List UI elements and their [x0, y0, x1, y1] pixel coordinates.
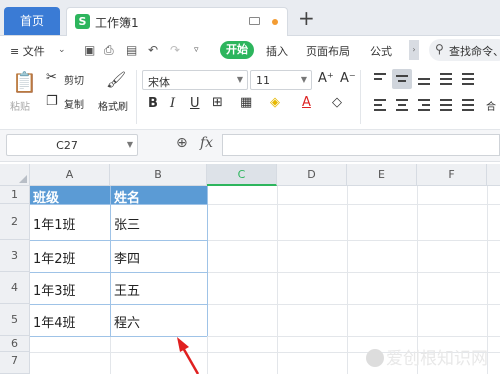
arrow-head	[177, 337, 189, 352]
tab-home[interactable]: 首页	[4, 7, 60, 35]
tab-bar: 首页 S 工作簿1 +	[0, 0, 500, 36]
file-menu[interactable]: ≡ 文件	[10, 43, 45, 59]
divider	[360, 70, 361, 124]
save-icon[interactable]: ▣	[84, 43, 95, 57]
paste-icon[interactable]: 📋	[12, 70, 37, 94]
tab-start[interactable]: 开始	[220, 41, 254, 59]
font-family-select[interactable]: 宋体 ▼	[142, 70, 248, 90]
zoom-icon[interactable]: ⊕	[176, 135, 188, 151]
merge-label[interactable]: 合	[486, 98, 496, 113]
scissors-icon[interactable]: ✂	[46, 70, 57, 85]
font-family-value: 宋体	[148, 76, 170, 89]
monitor-icon[interactable]	[249, 17, 260, 25]
format-painter-icon[interactable]: 🖌	[106, 70, 126, 89]
tab-page-layout[interactable]: 页面布局	[306, 43, 350, 59]
annotation-arrow-icon	[177, 337, 200, 374]
distribute-button[interactable]	[458, 95, 478, 115]
spreadsheet-grid[interactable]: A B C D E F 1 2 3 4 5 6 7 班级 姓名 1年1班 张三 …	[0, 162, 500, 374]
cut-label[interactable]: 剪切	[64, 72, 84, 87]
font-size-value: 11	[256, 74, 270, 87]
name-box[interactable]: C27 ▼	[6, 134, 138, 156]
shrink-font-button[interactable]: A⁻	[340, 71, 356, 86]
clear-format-icon[interactable]: ◇	[332, 95, 342, 110]
grow-font-button[interactable]: A⁺	[318, 71, 334, 86]
tab-insert[interactable]: 插入	[266, 43, 288, 59]
search-label: 查找命令、	[449, 45, 500, 58]
italic-button[interactable]: I	[170, 96, 175, 111]
tab-formula[interactable]: 公式	[370, 43, 392, 59]
formula-bar: C27 ▼ ⊕ fx	[0, 130, 500, 162]
align-left-button[interactable]	[370, 95, 390, 115]
indent-button[interactable]	[458, 69, 478, 89]
document-title: 工作簿1	[95, 16, 139, 30]
undo-icon[interactable]: ↶	[148, 43, 158, 57]
align-top-button[interactable]	[370, 69, 390, 89]
print-icon[interactable]: ⎙	[104, 43, 114, 58]
wrap-text-button[interactable]	[436, 69, 456, 89]
unsaved-dot-icon	[272, 19, 278, 25]
arrow-shaft	[180, 345, 200, 374]
new-tab-button[interactable]: +	[298, 6, 315, 30]
redo-icon[interactable]: ↷	[170, 43, 180, 57]
bold-button[interactable]: B	[148, 96, 158, 111]
print-preview-icon[interactable]: ▤	[126, 43, 137, 57]
copy-icon[interactable]: ❐	[46, 94, 58, 109]
paste-label: 粘贴	[10, 102, 30, 113]
command-search[interactable]: ⚲ 查找命令、	[429, 39, 500, 61]
chevron-down-icon: ▼	[126, 140, 133, 149]
ribbon-scroll-right-icon[interactable]: ›	[409, 40, 419, 60]
align-bottom-button[interactable]	[414, 69, 434, 89]
format-painter-label[interactable]: 格式刷	[98, 98, 128, 113]
fx-icon[interactable]: fx	[200, 135, 213, 151]
watermark-logo-icon	[366, 349, 384, 367]
align-center-button[interactable]	[392, 95, 412, 115]
chevron-down-icon[interactable]: ⌄	[58, 45, 66, 55]
divider	[136, 70, 137, 124]
copy-label[interactable]: 复制	[64, 96, 84, 111]
fill-color-icon[interactable]: ◈	[270, 95, 280, 110]
menu-bar: ≡ 文件 ⌄ ▣ ⎙ ▤ ↶ ↷ ▿ 开始 插入 页面布局 公式 › ⚲ 查找命…	[0, 36, 500, 64]
underline-button[interactable]: U	[190, 96, 200, 111]
chevron-down-icon: ▼	[300, 75, 307, 84]
tab-document[interactable]: S 工作簿1	[66, 7, 288, 36]
name-box-value: C27	[56, 139, 78, 152]
border-icon[interactable]: ⊞	[212, 95, 223, 110]
cell-fill-style-icon[interactable]: ▦	[240, 95, 252, 110]
chevron-down-icon: ▼	[236, 75, 243, 84]
formula-input[interactable]	[222, 134, 500, 156]
watermark-text: 爱创根知识网	[386, 349, 488, 369]
justify-button[interactable]	[436, 95, 456, 115]
search-icon: ⚲	[435, 42, 444, 56]
align-right-button[interactable]	[414, 95, 434, 115]
watermark: 爱创根知识网	[366, 344, 488, 369]
ribbon-toolbar: 📋 粘贴 ✂ 剪切 ❐ 复制 🖌 格式刷 宋体 ▼ 11 ▼ A⁺ A⁻ B I…	[0, 64, 500, 130]
font-color-icon[interactable]: A	[302, 95, 311, 110]
spreadsheet-logo-icon: S	[75, 14, 90, 29]
quick-access-more-icon[interactable]: ▿	[194, 45, 199, 55]
font-size-select[interactable]: 11 ▼	[250, 70, 312, 90]
align-middle-button[interactable]	[392, 69, 412, 89]
